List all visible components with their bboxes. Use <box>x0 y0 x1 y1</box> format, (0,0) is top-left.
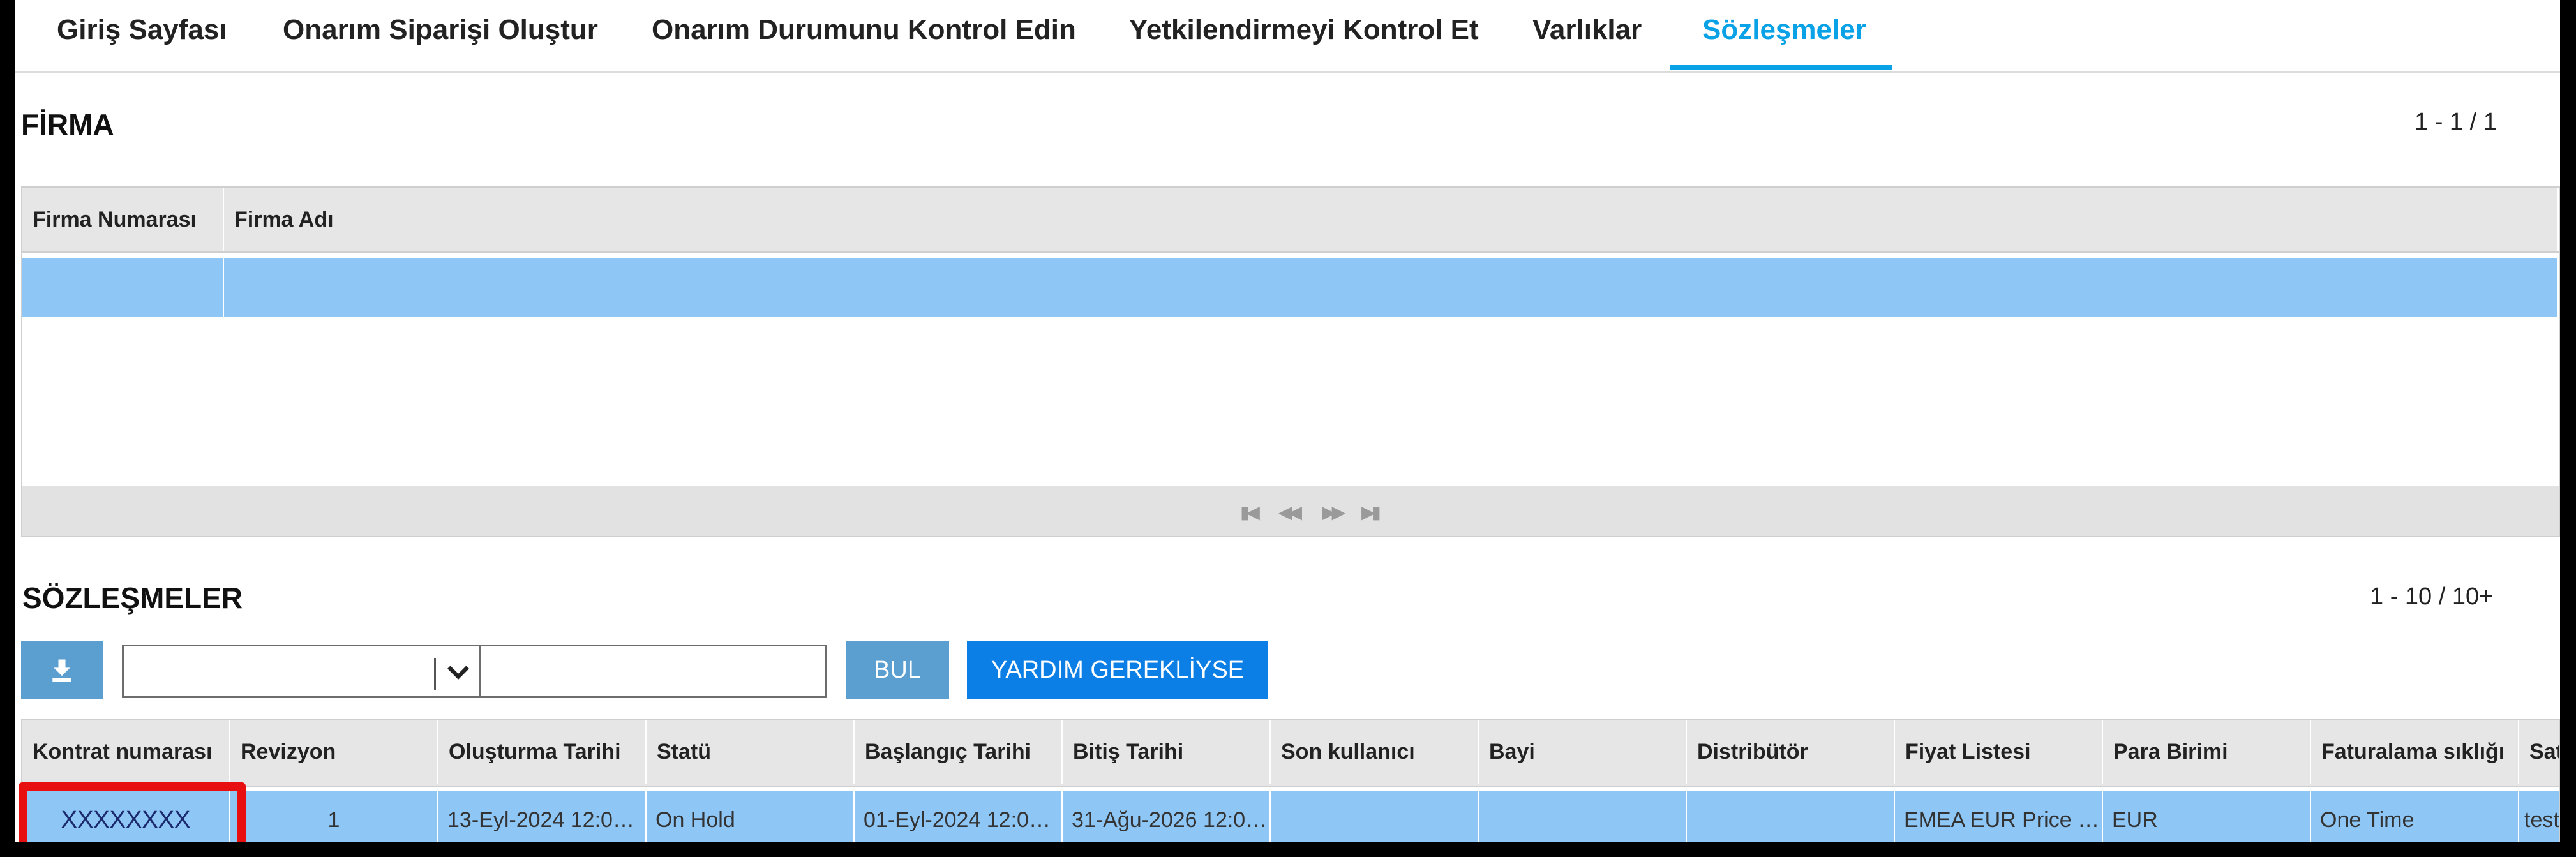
next-page-icon[interactable]: ▶▶ <box>1322 502 1345 523</box>
cell-revizyon: 1 <box>230 791 438 842</box>
column-header-para-birimi[interactable]: Para Birimi <box>2103 720 2311 784</box>
help-button[interactable]: YARDIM GEREKLİYSE <box>967 641 1268 699</box>
tab-check-repair-status[interactable]: Onarım Durumunu Kontrol Edin <box>652 14 1076 46</box>
tab-home[interactable]: Giriş Sayfası <box>57 14 227 46</box>
column-header-fiyat-listesi[interactable]: Fiyat Listesi <box>1895 720 2103 784</box>
firma-grid-pagination: ▮◀ ◀◀ ▶▶ ▶▮ <box>22 486 2559 536</box>
find-button[interactable]: BUL <box>846 641 949 699</box>
cell-faturalama-sikligi: One Time <box>2311 791 2519 842</box>
column-header-bayi[interactable]: Bayi <box>1479 720 1687 784</box>
tab-create-repair-order[interactable]: Onarım Siparişi Oluştur <box>283 14 598 46</box>
filter-select[interactable] <box>122 645 483 698</box>
firma-section-title: FİRMA <box>21 108 114 141</box>
chevron-down-icon <box>447 666 469 680</box>
contracts-pager: 1 - 10 / 10+ <box>2370 583 2494 610</box>
active-tab-indicator <box>1670 65 1892 70</box>
column-header-son-kullanici[interactable]: Son kullanıcı <box>1271 720 1479 784</box>
contracts-grid: Kontrat numarası Revizyon Oluşturma Tari… <box>21 719 2560 842</box>
column-header-baslangic-tarihi[interactable]: Başlangıç Tarihi <box>855 720 1063 784</box>
highlight-box <box>19 782 246 842</box>
cell-olusturma-tarihi: 13-Eyl-2024 12:0… <box>438 791 647 842</box>
column-header-revizyon[interactable]: Revizyon <box>230 720 438 784</box>
cell-baslangic-tarihi: 01-Eyl-2024 12:0… <box>855 791 1063 842</box>
cell-firma-adi <box>224 258 2559 317</box>
column-header-bitis-tarihi[interactable]: Bitiş Tarihi <box>1063 720 1271 784</box>
cell-son-kullanici <box>1271 791 1479 842</box>
download-button[interactable] <box>21 641 103 699</box>
column-header-olusturma-tarihi[interactable]: Oluşturma Tarihi <box>438 720 647 784</box>
cell-firma-numarasi <box>22 258 224 317</box>
firma-pager: 1 - 1 / 1 <box>2415 108 2497 135</box>
tab-assets[interactable]: Varlıklar <box>1532 14 1642 46</box>
column-header-distributor[interactable]: Distribütör <box>1687 720 1895 784</box>
column-header-firma-numarasi[interactable]: Firma Numarası <box>22 188 224 251</box>
download-icon <box>52 659 71 682</box>
column-header-firma-adi[interactable]: Firma Adı <box>224 188 2559 251</box>
search-input[interactable] <box>479 645 827 698</box>
contracts-section-title: SÖZLEŞMELER <box>22 581 243 615</box>
cell-distributor <box>1687 791 1895 842</box>
firma-grid: Firma Numarası Firma Adı ▮◀ ◀◀ ▶▶ ▶▮ <box>21 186 2560 537</box>
column-header-statu[interactable]: Statü <box>647 720 855 784</box>
cell-fiyat-listesi: EMEA EUR Price … <box>1895 791 2103 842</box>
cell-sati: test <box>2519 791 2559 842</box>
contracts-grid-header: Kontrat numarası Revizyon Oluşturma Tari… <box>22 720 2559 787</box>
cell-statu: On Hold <box>647 791 855 842</box>
main-tabs: Giriş Sayfası Onarım Siparişi Oluştur On… <box>15 0 2560 73</box>
tab-check-authorization[interactable]: Yetkilendirmeyi Kontrol Et <box>1129 14 1479 46</box>
previous-page-icon[interactable]: ◀◀ <box>1278 502 1302 523</box>
last-page-icon[interactable]: ▶▮ <box>1361 502 1381 523</box>
table-row[interactable]: XXXXXXXX 1 13-Eyl-2024 12:0… On Hold 01-… <box>22 791 2559 842</box>
table-row[interactable] <box>22 258 2559 317</box>
cell-para-birimi: EUR <box>2103 791 2311 842</box>
tab-contracts[interactable]: Sözleşmeler <box>1702 14 1866 46</box>
column-header-faturalama-sikligi[interactable]: Faturalama sıklığı <box>2311 720 2519 784</box>
cell-bitis-tarihi: 31-Ağu-2026 12:0… <box>1063 791 1271 842</box>
select-separator <box>434 658 436 690</box>
firma-grid-header: Firma Numarası Firma Adı <box>22 188 2559 253</box>
app-window: Giriş Sayfası Onarım Siparişi Oluştur On… <box>15 0 2560 842</box>
cell-bayi <box>1479 791 1687 842</box>
column-header-kontrat-numarasi[interactable]: Kontrat numarası <box>22 720 230 784</box>
column-header-sati[interactable]: Satı <box>2519 720 2559 784</box>
first-page-icon[interactable]: ▮◀ <box>1240 502 1260 523</box>
